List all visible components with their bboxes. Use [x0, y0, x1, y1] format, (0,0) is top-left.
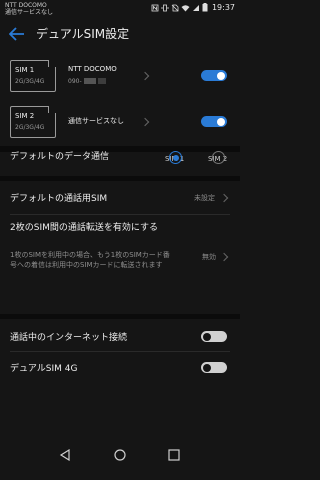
sim2-carrier: 通信サービスなし	[68, 117, 124, 125]
wifi-icon	[181, 4, 190, 11]
section-divider	[0, 176, 240, 181]
sim1-toggle[interactable]	[201, 70, 227, 81]
sim1-networks: 2G/3G/4G	[15, 78, 45, 85]
back-arrow-icon[interactable]	[9, 27, 25, 41]
chevron-right-icon	[219, 252, 229, 262]
battery-icon	[202, 3, 208, 12]
signal-icon	[192, 4, 199, 11]
no-sim-icon	[171, 4, 179, 11]
back-nav-icon[interactable]	[59, 449, 71, 461]
sim1-carrier: NTT DOCOMO	[68, 65, 117, 73]
default-call-value: 未設定	[194, 194, 215, 202]
chevron-right-icon	[219, 193, 229, 203]
navigation-bar	[0, 438, 240, 480]
sim2-toggle[interactable]	[201, 116, 227, 127]
home-nav-icon[interactable]	[113, 449, 127, 463]
dual-sim-4g-toggle[interactable]	[201, 362, 227, 373]
redacted-number	[97, 78, 106, 84]
sim1-number-text: 090-	[68, 78, 82, 85]
divider	[10, 351, 230, 352]
section-divider	[0, 314, 240, 319]
status-icons: 19:37	[151, 3, 235, 12]
call-forwarding-value: 無効	[202, 253, 216, 261]
sim2-card-icon: SIM 2 2G/3G/4G	[10, 106, 56, 138]
page-title: デュアルSIM設定	[36, 27, 130, 41]
carrier-name: NTT DOCOMO	[5, 2, 47, 9]
redacted-number	[83, 78, 96, 84]
sim2-row[interactable]: SIM 2 2G/3G/4G 通信サービスなし	[0, 100, 240, 144]
nfc-icon	[151, 4, 159, 11]
sim2-networks: 2G/3G/4G	[15, 124, 45, 131]
chevron-right-icon	[140, 71, 150, 81]
vibrate-icon	[161, 4, 169, 11]
recents-nav-icon[interactable]	[168, 449, 180, 461]
call-forwarding-description: 1枚のSIMを利用中の場合、もう1枚のSIMカード番号への着信は利用中のSIMカ…	[10, 251, 170, 269]
sim1-number: 090-	[68, 78, 106, 85]
status-bar: NTT DOCOMO 通信サービスなし 19:37	[0, 0, 240, 18]
chevron-right-icon	[140, 117, 150, 127]
default-data-sim2-radio[interactable]	[212, 151, 225, 164]
carrier-status: 通信サービスなし	[5, 9, 54, 16]
call-forwarding-label: 2枚のSIM間の通話転送を有効にする	[10, 223, 158, 233]
clock: 19:37	[211, 3, 235, 12]
sim1-row[interactable]: SIM 1 2G/3G/4G NTT DOCOMO 090-	[0, 54, 240, 98]
divider	[10, 214, 230, 215]
app-bar: デュアルSIM設定	[0, 18, 240, 50]
internet-during-call-toggle[interactable]	[201, 331, 227, 342]
default-call-label: デフォルトの通話用SIM	[10, 194, 108, 204]
internet-during-call-label: 通話中のインターネット接続	[10, 333, 128, 343]
carrier-info: NTT DOCOMO 通信サービスなし	[5, 2, 53, 16]
default-data-label: デフォルトのデータ通信	[10, 152, 110, 162]
default-data-sim1-radio[interactable]	[169, 151, 182, 164]
sim2-name: SIM 2	[15, 112, 35, 120]
sim1-card-icon: SIM 1 2G/3G/4G	[10, 60, 56, 92]
sim1-name: SIM 1	[15, 66, 35, 74]
dual-sim-4g-label: デュアルSIM 4G	[10, 364, 78, 374]
